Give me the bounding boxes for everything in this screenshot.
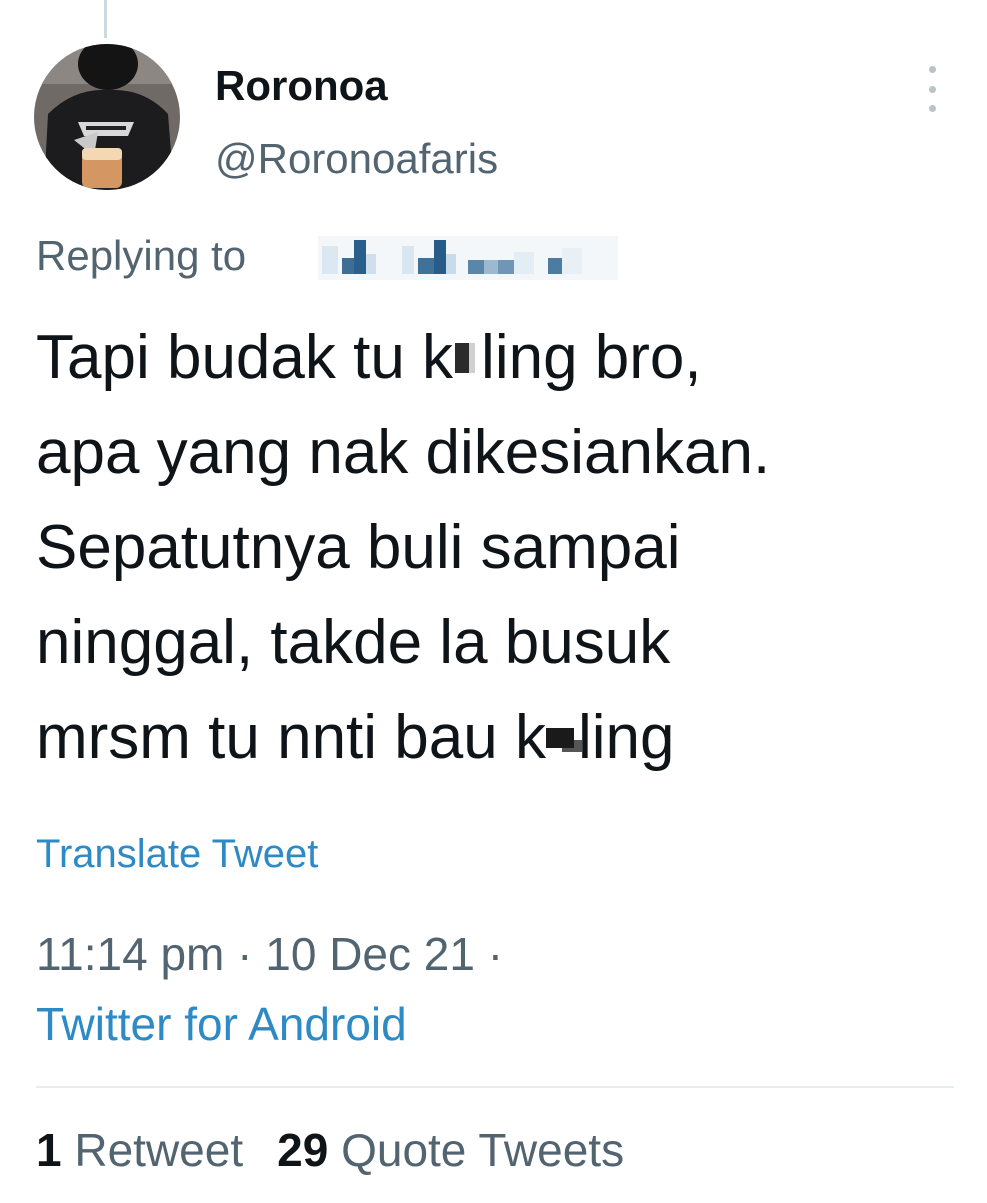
user-handle[interactable]: @Roronoafaris: [215, 133, 498, 185]
retweets-label: Retweet: [74, 1124, 244, 1176]
censor-block: [455, 342, 470, 373]
dot-icon: [928, 105, 936, 112]
censor-pixelation: [318, 236, 618, 280]
quote-tweets-label: Quote Tweets: [341, 1124, 625, 1176]
translate-tweet-link[interactable]: Translate Tweet: [36, 828, 318, 880]
censor-block: [545, 727, 574, 748]
dot-icon: [928, 85, 936, 93]
more-options-icon[interactable]: [912, 66, 952, 112]
tweet-line: ninggal, takde la busuk: [36, 608, 671, 677]
display-name[interactable]: Roronoa: [215, 60, 388, 112]
tweet-timestamp[interactable]: 11:14 pm · 10 Dec 21 ·: [36, 924, 503, 984]
dot-icon: [928, 66, 936, 73]
tweet-line-text: ling: [577, 703, 675, 772]
retweets-stat[interactable]: 1 Retweet: [36, 1124, 243, 1176]
tweet-line: Sepatutnya buli sampai: [36, 513, 681, 582]
retweets-count: 1: [36, 1124, 62, 1176]
tweet-line: mrsm tu nnti bau k ling: [36, 690, 966, 785]
tweet-line-text: Tapi budak tu k: [36, 323, 454, 392]
tweet-line-text: ling bro,: [481, 323, 702, 392]
avatar-image: [34, 44, 180, 190]
quote-tweets-stat[interactable]: 29 Quote Tweets: [277, 1124, 624, 1176]
tweet-text: Tapi budak tu k ling bro, apa yang nak di…: [36, 310, 966, 785]
tweet-line-text: mrsm tu nnti bau k: [36, 703, 546, 772]
tweet-source-link[interactable]: Twitter for Android: [36, 994, 407, 1054]
thread-connector-line: [104, 0, 107, 38]
tweet-line: Tapi budak tu k ling bro,: [36, 310, 966, 405]
reply-target-censored[interactable]: [318, 236, 618, 280]
tweet-line: apa yang nak dikesiankan.: [36, 418, 771, 487]
tweet-stats: 1 Retweet 29 Quote Tweets: [36, 1120, 624, 1180]
replying-to-label: Replying to: [36, 232, 247, 279]
quote-tweets-count: 29: [277, 1124, 329, 1176]
divider: [36, 1086, 954, 1088]
user-avatar[interactable]: [34, 44, 180, 190]
